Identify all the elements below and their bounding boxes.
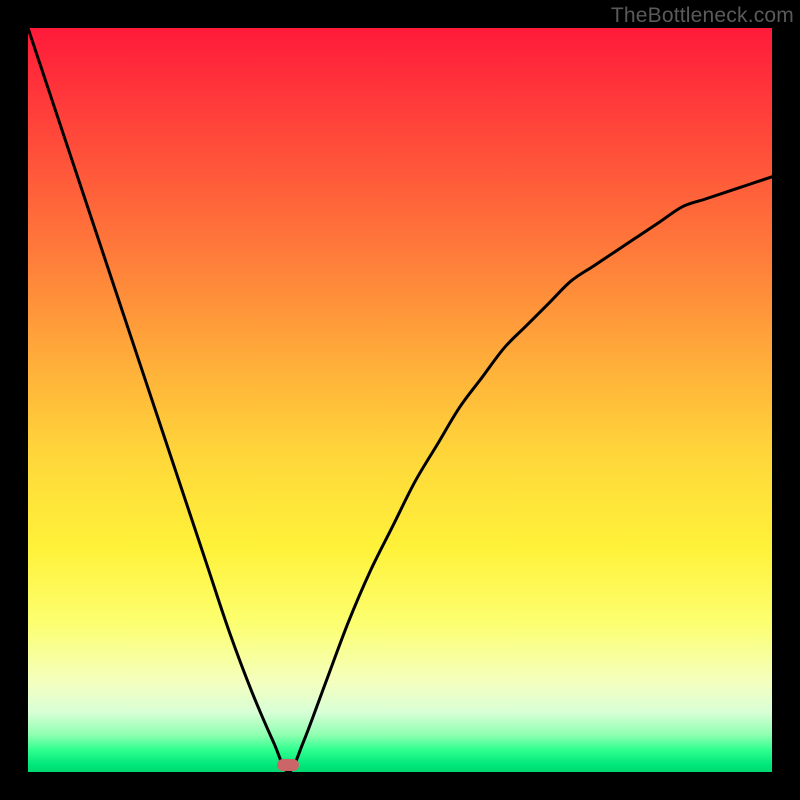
bottleneck-curve (28, 28, 772, 772)
chart-frame: TheBottleneck.com (0, 0, 800, 800)
curve-path (28, 28, 772, 772)
watermark-label: TheBottleneck.com (611, 4, 794, 28)
optimum-marker-icon (277, 759, 299, 771)
chart-plot-area (28, 28, 772, 772)
